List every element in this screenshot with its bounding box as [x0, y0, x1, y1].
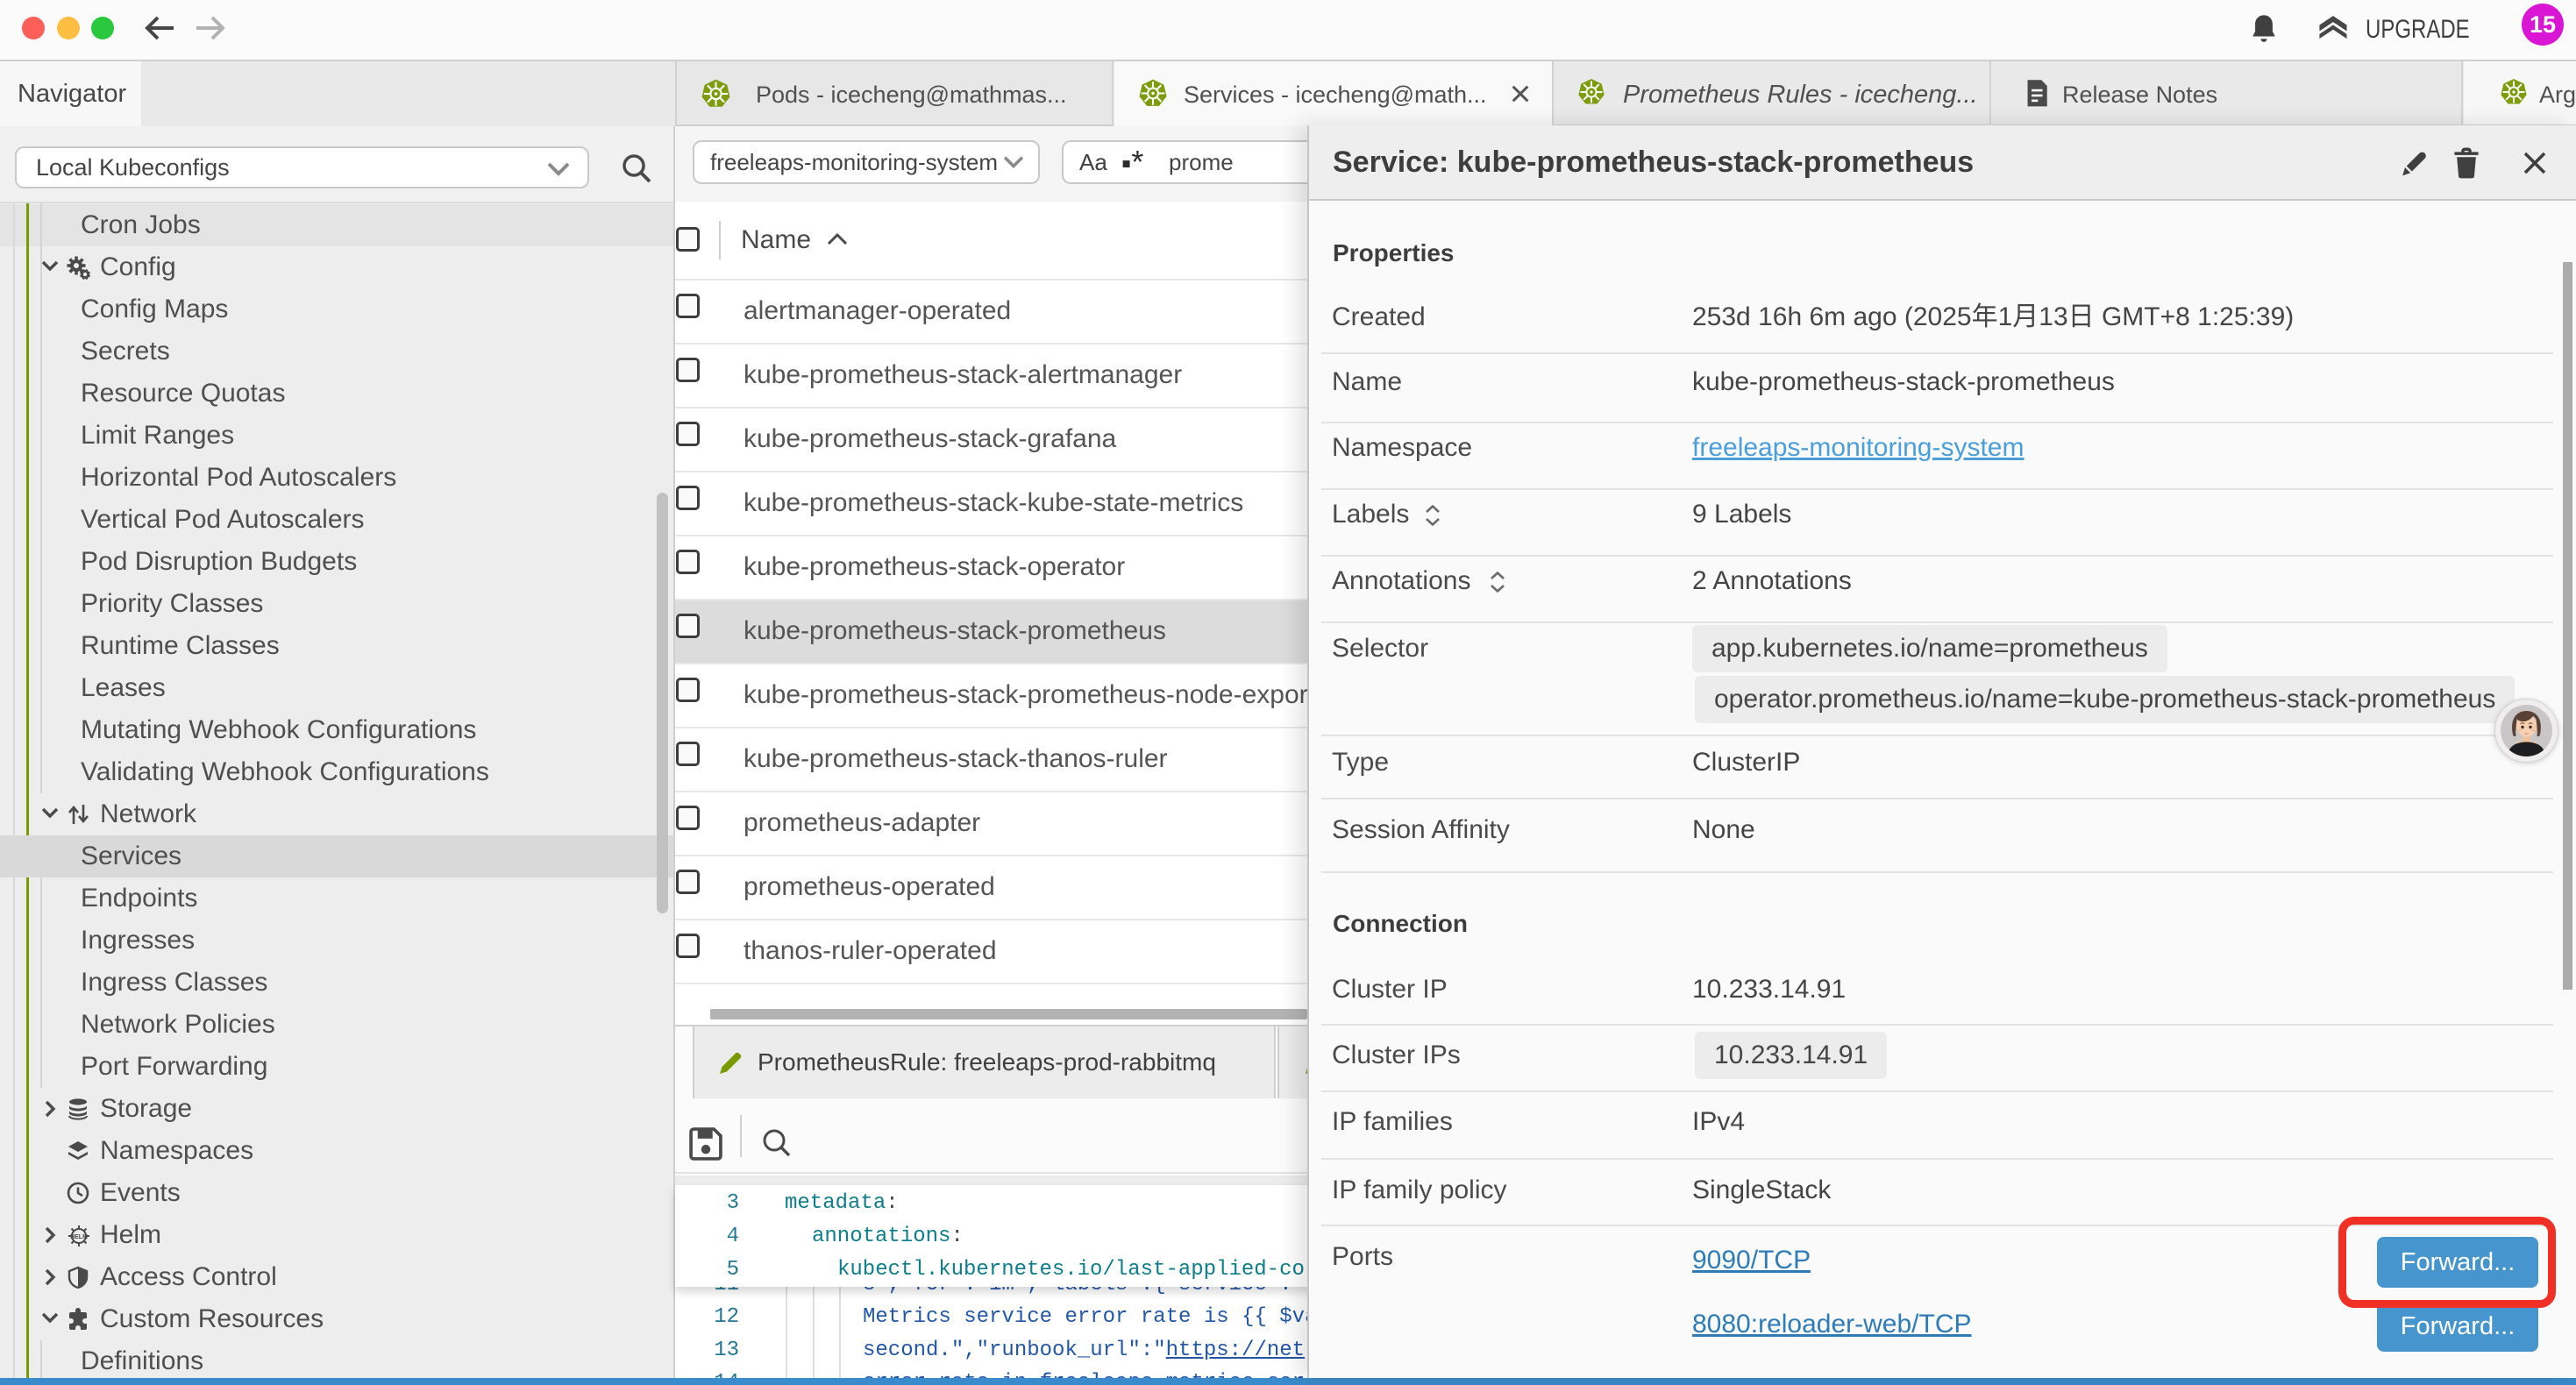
svg-text:HELM: HELM [70, 1234, 88, 1240]
